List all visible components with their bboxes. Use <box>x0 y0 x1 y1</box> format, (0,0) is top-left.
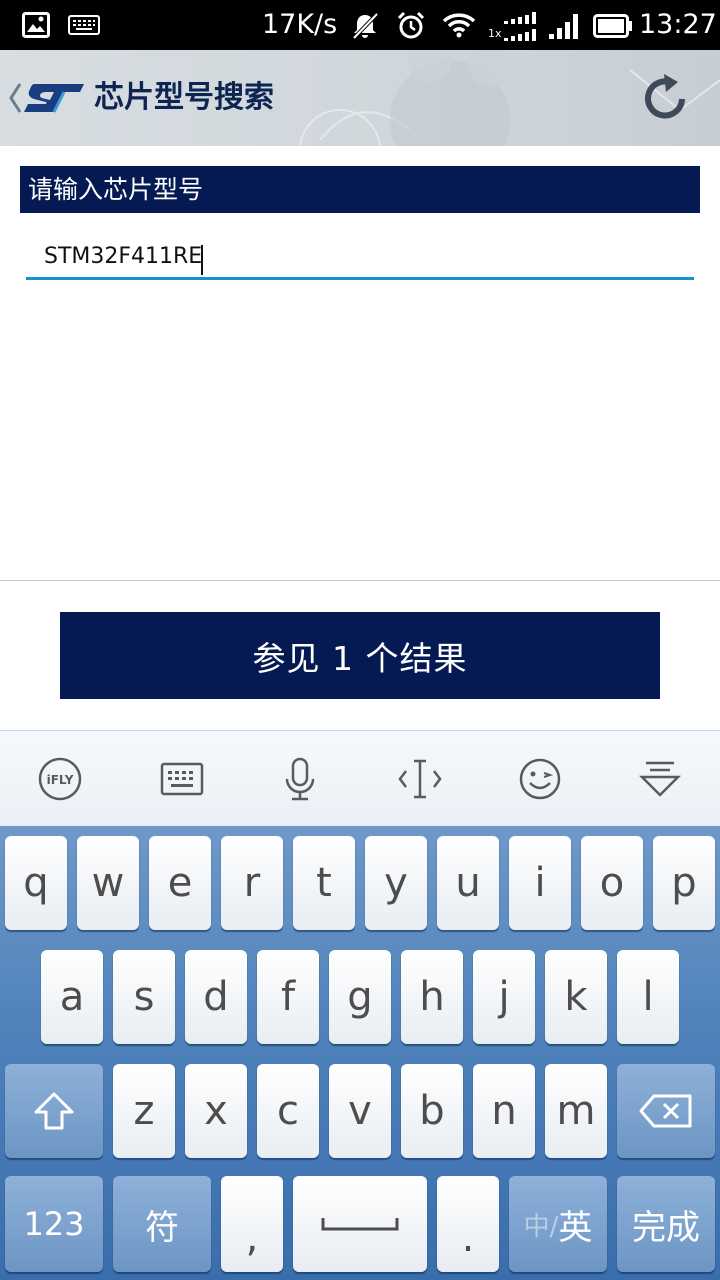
chip-model-input[interactable] <box>26 236 694 280</box>
hide-keyboard-icon[interactable] <box>636 755 684 803</box>
backspace-icon <box>639 1094 692 1128</box>
shift-arrow-icon <box>34 1092 74 1130</box>
key-o[interactable]: o <box>581 836 643 930</box>
battery-icon <box>593 14 632 38</box>
key-h[interactable]: h <box>401 950 463 1044</box>
key-x[interactable]: x <box>185 1064 247 1158</box>
clock: 13:27 <box>639 9 717 40</box>
key-p[interactable]: p <box>653 836 715 930</box>
key-t[interactable]: t <box>293 836 355 930</box>
refresh-icon[interactable] <box>638 72 692 126</box>
ifly-logo-icon[interactable]: iFLY <box>36 755 84 803</box>
numbers-key[interactable]: 123 <box>5 1176 103 1272</box>
key-b[interactable]: b <box>401 1064 463 1158</box>
key-a[interactable]: a <box>41 950 103 1044</box>
alarm-icon <box>397 11 425 39</box>
language-switch-key[interactable]: 中/英 <box>509 1176 607 1272</box>
emoji-icon[interactable] <box>516 755 564 803</box>
key-l[interactable]: l <box>617 950 679 1044</box>
key-f[interactable]: f <box>257 950 319 1044</box>
keyboard-layout-icon[interactable] <box>158 755 206 803</box>
key-m[interactable]: m <box>545 1064 607 1158</box>
network-speed: 17K/s <box>262 9 338 40</box>
key-s[interactable]: s <box>113 950 175 1044</box>
key-n[interactable]: n <box>473 1064 535 1158</box>
key-r[interactable]: r <box>221 836 283 930</box>
dual-signal-icon <box>504 12 536 41</box>
comma-key[interactable]: , <box>221 1176 283 1272</box>
backspace-key[interactable] <box>617 1064 715 1158</box>
key-k[interactable]: k <box>545 950 607 1044</box>
key-i[interactable]: i <box>509 836 571 930</box>
key-z[interactable]: z <box>113 1064 175 1158</box>
key-g[interactable]: g <box>329 950 391 1044</box>
search-label-bar: 请输入芯片型号 <box>20 166 700 213</box>
microphone-icon[interactable] <box>276 755 324 803</box>
key-e[interactable]: e <box>149 836 211 930</box>
back-chevron-icon[interactable] <box>8 82 22 114</box>
wifi-icon <box>442 13 476 38</box>
page-title: 芯片型号搜索 <box>94 80 274 115</box>
key-v[interactable]: v <box>329 1064 391 1158</box>
space-key[interactable] <box>293 1176 427 1272</box>
shift-key[interactable] <box>5 1064 103 1158</box>
text-cursor <box>201 245 203 275</box>
key-d[interactable]: d <box>185 950 247 1044</box>
see-results-label: 参见 1 个结果 <box>252 638 468 678</box>
keyboard-notification-icon <box>68 15 100 35</box>
key-u[interactable]: u <box>437 836 499 930</box>
period-key[interactable]: . <box>437 1176 499 1272</box>
gallery-notification-icon <box>22 12 50 38</box>
content-divider <box>0 580 720 581</box>
cell-signal-icon <box>549 14 578 39</box>
st-logo-icon[interactable] <box>24 82 86 114</box>
key-c[interactable]: c <box>257 1064 319 1158</box>
key-w[interactable]: w <box>77 836 139 930</box>
symbols-key[interactable]: 符 <box>113 1176 211 1272</box>
cursor-move-icon[interactable] <box>396 755 444 803</box>
keyboard-toolbar: iFLY <box>0 730 720 827</box>
notifications-muted-icon <box>352 12 379 40</box>
key-y[interactable]: y <box>365 836 427 930</box>
space-bar-icon <box>321 1218 399 1231</box>
search-label: 请输入芯片型号 <box>28 175 204 204</box>
see-results-button[interactable]: 参见 1 个结果 <box>60 612 660 699</box>
key-j[interactable]: j <box>473 950 535 1044</box>
done-key[interactable]: 完成 <box>617 1176 715 1272</box>
signal-label: 1x <box>488 27 502 40</box>
key-q[interactable]: q <box>5 836 67 930</box>
svg-text:iFLY: iFLY <box>47 773 74 787</box>
app-header: 芯片型号搜索 <box>0 50 720 146</box>
soft-keyboard: q w e r t y u i o p a s d f g h j k l z … <box>0 826 720 1280</box>
status-bar: 17K/s 1x 13:27 <box>0 0 720 50</box>
